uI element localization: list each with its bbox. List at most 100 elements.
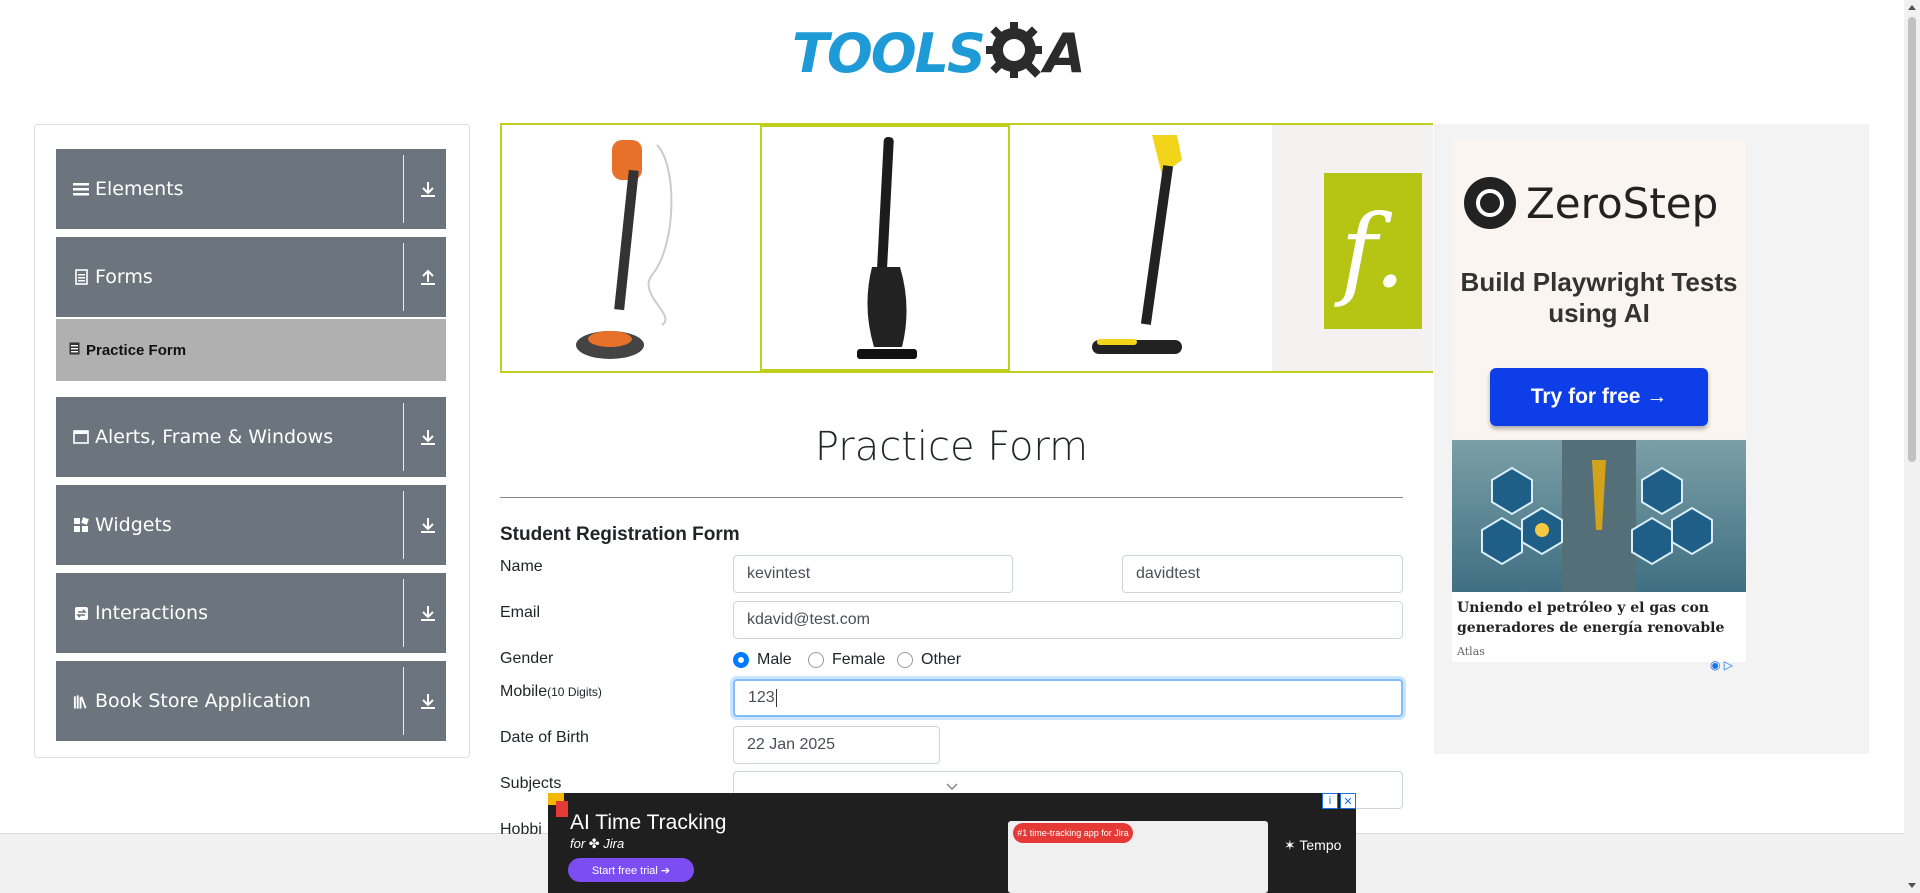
sidebar-group-alerts[interactable]: Alerts, Frame & Windows: [56, 397, 446, 477]
saga-falabella-logo[interactable]: f.: [1272, 125, 1433, 371]
divider: [403, 579, 404, 647]
sidebar-group-label: Widgets: [95, 514, 172, 536]
radio-label: Other: [921, 651, 962, 668]
ad-tagline: Build Playwright Tests using AI: [1460, 267, 1738, 328]
book-icon: [73, 693, 89, 709]
scroll-down-icon[interactable]: [1908, 883, 1916, 888]
product-vacuum-1[interactable]: [502, 125, 752, 371]
close-icon[interactable]: ✕: [1340, 793, 1356, 809]
logo-text: TOOLS: [792, 21, 986, 85]
try-for-free-button[interactable]: Try for free →: [1490, 368, 1708, 426]
divider: [403, 491, 404, 559]
divider: [403, 243, 404, 311]
start-free-trial-button[interactable]: Start free trial ➔: [568, 858, 694, 882]
ad-source: Atlas: [1457, 645, 1485, 658]
gender-radio-other[interactable]: Other: [897, 651, 961, 669]
sidebar-group-label: Book Store Application: [95, 690, 311, 712]
mobile-hint: (10 Digits): [547, 685, 602, 699]
sidebar-item-practice-form[interactable]: Practice Form: [56, 319, 446, 381]
ad-card[interactable]: ZeroStep Build Playwright Tests using AI…: [1452, 139, 1746, 439]
sidebar: Elements Forms Practice Form Alerts, Fra…: [34, 124, 470, 758]
list-icon: [73, 181, 89, 197]
sidebar-group-elements[interactable]: Elements: [56, 149, 446, 229]
ad-headline[interactable]: Uniendo el petróleo y el gas con generad…: [1452, 592, 1746, 662]
radio-label: Female: [832, 651, 886, 668]
ad-brand: ZeroStep: [1526, 178, 1719, 228]
download-icon: [421, 430, 435, 445]
sidebar-group-interactions[interactable]: Interactions: [56, 573, 446, 653]
vertical-scrollbar[interactable]: [1904, 0, 1920, 893]
bottom-ad-title: AI Time Tracking: [570, 811, 727, 834]
product-vacuum-2[interactable]: [760, 125, 1010, 371]
mobile-label-text: Mobile: [500, 683, 548, 700]
sidebar-group-book-store[interactable]: Book Store Application: [56, 661, 446, 741]
date-of-birth-input[interactable]: 22 Jan 2025: [733, 726, 940, 764]
adchoices-icon[interactable]: ◉ ▷: [1710, 658, 1733, 672]
f-logo: f.: [1324, 173, 1422, 329]
download-icon: [421, 182, 435, 197]
email-input[interactable]: kdavid@test.com: [733, 601, 1403, 639]
radio-button[interactable]: [808, 652, 824, 668]
download-icon: [421, 694, 435, 709]
zerostep-icon: [1464, 177, 1516, 229]
divider: [500, 497, 1403, 498]
ad-pill: #1 time-tracking app for Jira: [1013, 823, 1133, 843]
email-label: Email: [500, 604, 541, 621]
upload-icon: [421, 269, 435, 285]
interaction-icon: [73, 605, 89, 621]
sidebar-group-label: Elements: [95, 178, 184, 200]
bottom-ad[interactable]: AI Time Tracking for ✤ Jira Start free t…: [548, 793, 1356, 893]
gender-radio-male[interactable]: Male: [733, 651, 792, 669]
divider: [403, 155, 404, 223]
site-logo[interactable]: TOOLS A: [792, 16, 1086, 90]
sidebar-group-label: Forms: [95, 266, 153, 288]
gender-radio-female[interactable]: Female: [808, 651, 885, 669]
sidebar-group-widgets[interactable]: Widgets: [56, 485, 446, 565]
divider: [403, 403, 404, 471]
sidebar-group-label: Interactions: [95, 602, 208, 624]
ad-controls: i ✕: [1322, 793, 1356, 809]
widgets-icon: [73, 517, 89, 533]
tempo-logo: ✶ Tempo: [1284, 837, 1342, 853]
gear-q-icon: [985, 22, 1042, 78]
scroll-up-icon[interactable]: [1908, 5, 1916, 10]
zerostep-logo: ZeroStep: [1464, 177, 1718, 229]
scrollbar-thumb[interactable]: [1908, 17, 1916, 462]
sidebar-group-forms[interactable]: Forms: [56, 237, 446, 317]
download-icon: [421, 518, 435, 533]
gender-label: Gender: [500, 650, 554, 667]
page-title: Practice Form: [814, 424, 1089, 470]
ad-image[interactable]: [1452, 440, 1746, 592]
download-icon: [421, 606, 435, 621]
banner-ad[interactable]: f.: [500, 123, 1433, 373]
chevron-down-icon: [946, 783, 958, 791]
mobile-value: 123: [748, 689, 775, 706]
product-vacuum-3[interactable]: [1012, 125, 1262, 371]
form-icon: [73, 269, 89, 285]
mobile-input[interactable]: 123: [733, 679, 1403, 717]
radio-label: Male: [757, 651, 792, 668]
last-name-input[interactable]: davidtest: [1122, 555, 1403, 593]
form-subtitle: Student Registration Form: [500, 524, 740, 545]
mobile-label: Mobile(10 Digits): [500, 683, 602, 701]
logo-text-a: A: [1043, 21, 1086, 85]
page: TOOLS A Elements Forms Practice Form Ale…: [0, 0, 1920, 893]
first-name-input[interactable]: kevintest: [733, 555, 1013, 593]
text-cursor: [775, 689, 777, 707]
sidebar-group-label: Alerts, Frame & Windows: [95, 426, 334, 448]
bottom-ad-subtitle: for ✤ Jira: [570, 836, 625, 851]
sidebar-item-label: Practice Form: [86, 341, 187, 359]
hobbies-label: Hobbi: [500, 821, 542, 838]
name-label: Name: [500, 558, 543, 575]
subjects-label: Subjects: [500, 775, 562, 792]
dob-label: Date of Birth: [500, 729, 589, 746]
adchoices-icon[interactable]: i: [1322, 793, 1338, 809]
window-icon: [73, 429, 89, 445]
ad-corner-decoration: [556, 801, 568, 817]
radio-button[interactable]: [897, 652, 913, 668]
radio-button[interactable]: [733, 652, 749, 668]
zerostep-ad[interactable]: ZeroStep Build Playwright Tests using AI…: [1434, 124, 1869, 754]
divider: [403, 667, 404, 735]
form-item-icon: [69, 342, 80, 358]
ad-headline-text: Uniendo el petróleo y el gas con generad…: [1457, 600, 1725, 636]
